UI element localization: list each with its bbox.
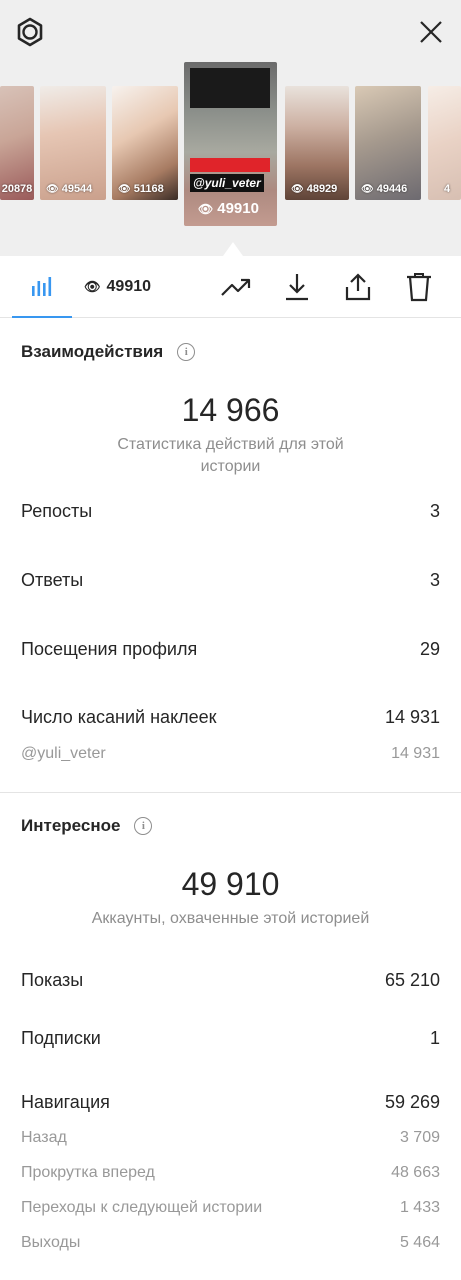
stat-value: 3 <box>429 501 440 521</box>
stat-label: Репосты <box>21 501 93 521</box>
stat-subvalue: 5 464 <box>399 1234 440 1251</box>
stat-sublabel: Выходы <box>21 1234 81 1251</box>
stat-row: Подписки 1 <box>21 1028 440 1049</box>
close-icon <box>420 21 442 43</box>
stat-row: Число касаний наклеек 14 931 <box>21 707 440 728</box>
stat-row: Навигация 59 269 <box>21 1092 440 1113</box>
delete-button[interactable] <box>402 270 436 304</box>
stat-value: 65 210 <box>384 970 440 990</box>
story-views: 51168 <box>133 183 164 195</box>
stat-subvalue: 48 663 <box>391 1164 440 1181</box>
stat-label: Посещения профиля <box>21 639 198 659</box>
story-views: 4 <box>444 183 451 195</box>
story-views: 49446 <box>376 183 408 195</box>
eye-icon: 👁 <box>361 184 374 195</box>
stat-label: Число касаний наклеек <box>21 707 217 727</box>
stat-row: Посещения профиля 29 <box>21 639 440 660</box>
stat-row: Репосты 3 <box>21 501 440 522</box>
story-thumbnail[interactable]: 👁 49446 <box>355 86 421 200</box>
stat-subrow: Прокрутка вперед 48 663 <box>21 1164 440 1182</box>
stat-subrow: Назад 3 709 <box>21 1129 440 1147</box>
interactions-total: 14 966 <box>181 392 280 428</box>
share-button[interactable] <box>341 270 375 304</box>
stat-subrow: Переходы к следующей истории 1 433 <box>21 1199 440 1217</box>
close-button[interactable] <box>411 12 451 52</box>
trending-up-icon <box>221 278 251 296</box>
stat-subrow: @yuli_veter 14 931 <box>21 745 440 763</box>
story-thumbnail[interactable]: 4 <box>428 86 461 200</box>
stat-sublabel: Переходы к следующей истории <box>21 1199 263 1216</box>
stat-value: 14 931 <box>384 707 440 727</box>
story-mention-tag: @yuli_veter <box>190 174 264 192</box>
eye-icon: 👁 <box>46 184 59 195</box>
story-views: 49910 <box>217 200 259 217</box>
promote-button[interactable] <box>219 270 253 304</box>
stat-subvalue: 14 931 <box>391 745 440 762</box>
stat-sublabel: Назад <box>21 1129 67 1146</box>
stat-sublabel: @yuli_veter <box>21 745 106 762</box>
story-thumbnail[interactable]: 👁 48929 <box>285 86 349 200</box>
stat-value: 3 <box>429 570 440 590</box>
info-icon[interactable]: i <box>177 343 196 361</box>
stat-value: 59 269 <box>384 1092 440 1112</box>
story-views: 20878 <box>1 183 33 195</box>
eye-icon: 👁 <box>291 184 304 195</box>
info-icon[interactable]: i <box>134 817 153 835</box>
current-story-thumbnail[interactable]: @yuli_veter 👁 49910 <box>184 62 277 226</box>
settings-button[interactable] <box>10 12 50 52</box>
discovery-header: Интересное i <box>21 816 153 836</box>
story-views: 48929 <box>306 183 338 195</box>
stat-label: Навигация <box>21 1092 110 1112</box>
tab-viewers[interactable]: 👁 49910 <box>84 278 151 296</box>
stat-value: 1 <box>429 1028 440 1048</box>
stat-label: Подписки <box>21 1028 101 1048</box>
story-carousel: 👁20878 👁49544 👁51168 @yuli_veter 👁49910 … <box>0 0 461 256</box>
stat-subvalue: 1 433 <box>399 1199 440 1216</box>
discovery-total: 49 910 <box>181 866 280 902</box>
gear-icon <box>17 17 43 47</box>
stat-row: Ответы 3 <box>21 570 440 591</box>
selected-pointer <box>223 242 243 256</box>
story-thumbnail[interactable]: 👁 49544 <box>40 86 106 200</box>
interactions-caption: Статистика действий для этой истории <box>117 436 344 475</box>
share-icon <box>345 273 371 301</box>
story-thumbnail[interactable]: 👁20878 <box>0 86 34 200</box>
section-divider <box>0 792 461 793</box>
download-icon <box>286 274 308 301</box>
story-toolbar: 👁 49910 <box>0 256 461 318</box>
stat-subrow: Выходы 5 464 <box>21 1234 440 1252</box>
tab-insights[interactable] <box>12 256 72 318</box>
story-thumbnail[interactable]: 👁 51168 <box>112 86 178 200</box>
eye-icon: 👁 <box>198 202 214 216</box>
viewer-count: 49910 <box>106 278 152 295</box>
story-views: 49544 <box>61 183 93 195</box>
stat-label: Показы <box>21 970 84 990</box>
discovery-caption: Аккаунты, охваченные этой историей <box>91 910 370 927</box>
section-title: Интересное <box>21 816 121 835</box>
section-title: Взаимодействия <box>21 342 164 361</box>
download-button[interactable] <box>280 270 314 304</box>
stat-value: 29 <box>419 639 440 659</box>
eye-icon: 👁 <box>118 184 131 195</box>
stat-label: Ответы <box>21 570 84 590</box>
bar-chart-icon <box>32 277 52 296</box>
eye-icon: 👁 <box>84 279 101 294</box>
stat-subvalue: 3 709 <box>399 1129 440 1146</box>
stat-sublabel: Прокрутка вперед <box>21 1164 155 1181</box>
trash-icon <box>407 273 431 302</box>
interactions-header: Взаимодействия i <box>21 342 196 362</box>
stat-row: Показы 65 210 <box>21 970 440 991</box>
